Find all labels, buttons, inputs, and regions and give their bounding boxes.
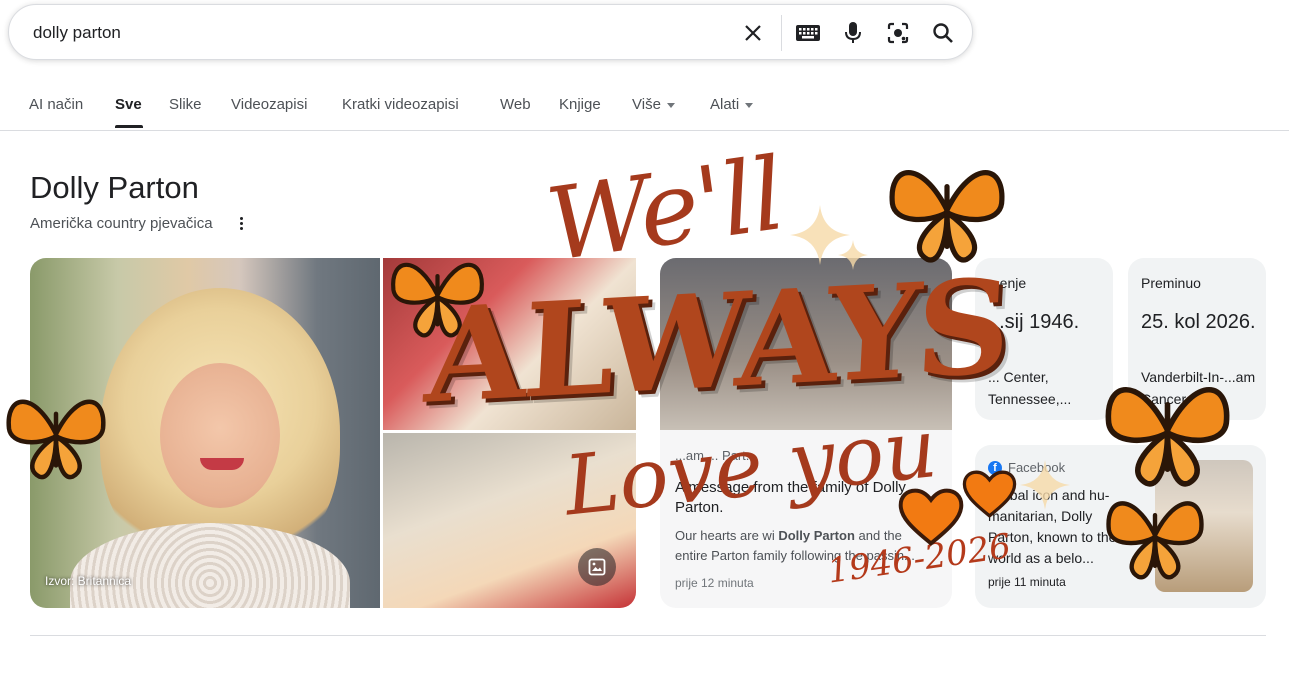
fb-thumbnail: [1155, 460, 1253, 592]
search-icon[interactable]: [929, 19, 957, 47]
microphone-icon[interactable]: [839, 19, 867, 47]
born-place: ... Center, Tennessee,...: [988, 369, 1072, 407]
portrait-face: [160, 363, 280, 508]
died-place: Vanderbilt-In-...am Cancer...: [1141, 369, 1256, 407]
more-options-icon[interactable]: [235, 215, 247, 233]
fb-snippet: Global icon and hu-manitarian, Dolly Par…: [988, 487, 1117, 566]
tab-more[interactable]: Više: [632, 96, 675, 113]
tab-ai-mode[interactable]: AI način: [29, 96, 83, 113]
search-tabs: AI način Sve Slike Videozapisi Kratki vi…: [0, 88, 1289, 131]
clear-icon[interactable]: [739, 19, 767, 47]
fb-source-label: Facebook: [1008, 460, 1066, 475]
search-bar: [8, 4, 973, 60]
died-fact-card[interactable]: Preminuo 25. kol 2026. Vanderbilt-In-...…: [1128, 258, 1266, 420]
image-source-label: Izvor: Britannica: [45, 574, 132, 588]
tab-web[interactable]: Web: [500, 96, 531, 113]
page-title: Dolly Parton: [30, 170, 199, 205]
search-divider: [781, 15, 782, 51]
gallery-image-icon[interactable]: [578, 548, 616, 586]
entity-subtitle: Američka country pjevačica: [30, 215, 213, 232]
tab-tools[interactable]: Alati: [710, 96, 754, 113]
facebook-icon: f: [988, 460, 1002, 475]
born-date: ...sij 1946.: [988, 311, 1080, 333]
gallery-image-2[interactable]: [383, 258, 636, 430]
tab-books[interactable]: Knjige: [559, 96, 601, 113]
news-snippet: Our hearts are wi Dolly Parton and the e…: [675, 526, 935, 566]
news-source: ...am ... Part...: [675, 448, 757, 463]
tab-all[interactable]: Sve: [115, 96, 142, 113]
active-tab-indicator: [115, 125, 143, 128]
news-snippet-a: Our hearts are wi: [675, 528, 775, 543]
tab-tools-label: Alati: [710, 96, 740, 113]
facebook-post-card[interactable]: f Facebook Global icon and hu-manitarian,…: [975, 445, 1266, 608]
died-date: 25. kol 2026.: [1141, 311, 1256, 333]
keyboard-icon[interactable]: [794, 19, 822, 47]
tab-short-videos[interactable]: Kratki videozapisi: [342, 96, 459, 113]
born-fact-card[interactable]: ...enje ...sij 1946. ... Center, Tenness…: [975, 258, 1113, 420]
news-snippet-bold: Dolly Parton: [778, 528, 855, 543]
main-portrait-image[interactable]: [30, 258, 380, 608]
sparkle-icon: [790, 205, 850, 265]
news-thumbnail: [660, 258, 952, 430]
butterfly-icon: [889, 170, 1005, 263]
camera-lens-icon[interactable]: [884, 19, 912, 47]
fb-timestamp: prije 11 minuta: [988, 575, 1066, 589]
tab-images[interactable]: Slike: [169, 96, 202, 113]
section-divider: [30, 635, 1266, 636]
born-label: ...enje: [988, 275, 1027, 291]
news-timestamp: prije 12 minuta: [675, 576, 754, 590]
tab-videos[interactable]: Videozapisi: [231, 96, 307, 113]
news-card[interactable]: ...am ... Part... A message from the fam…: [660, 258, 952, 608]
news-title[interactable]: A message from the family of Dolly Parto…: [675, 478, 935, 518]
search-input[interactable]: [31, 19, 715, 47]
died-label: Preminuo: [1141, 275, 1201, 291]
chevron-down-icon: [666, 102, 675, 108]
portrait-lips: [200, 458, 244, 470]
chevron-down-icon: [745, 102, 754, 108]
tab-more-label: Više: [632, 96, 661, 113]
fb-source: f Facebook: [988, 460, 1065, 475]
